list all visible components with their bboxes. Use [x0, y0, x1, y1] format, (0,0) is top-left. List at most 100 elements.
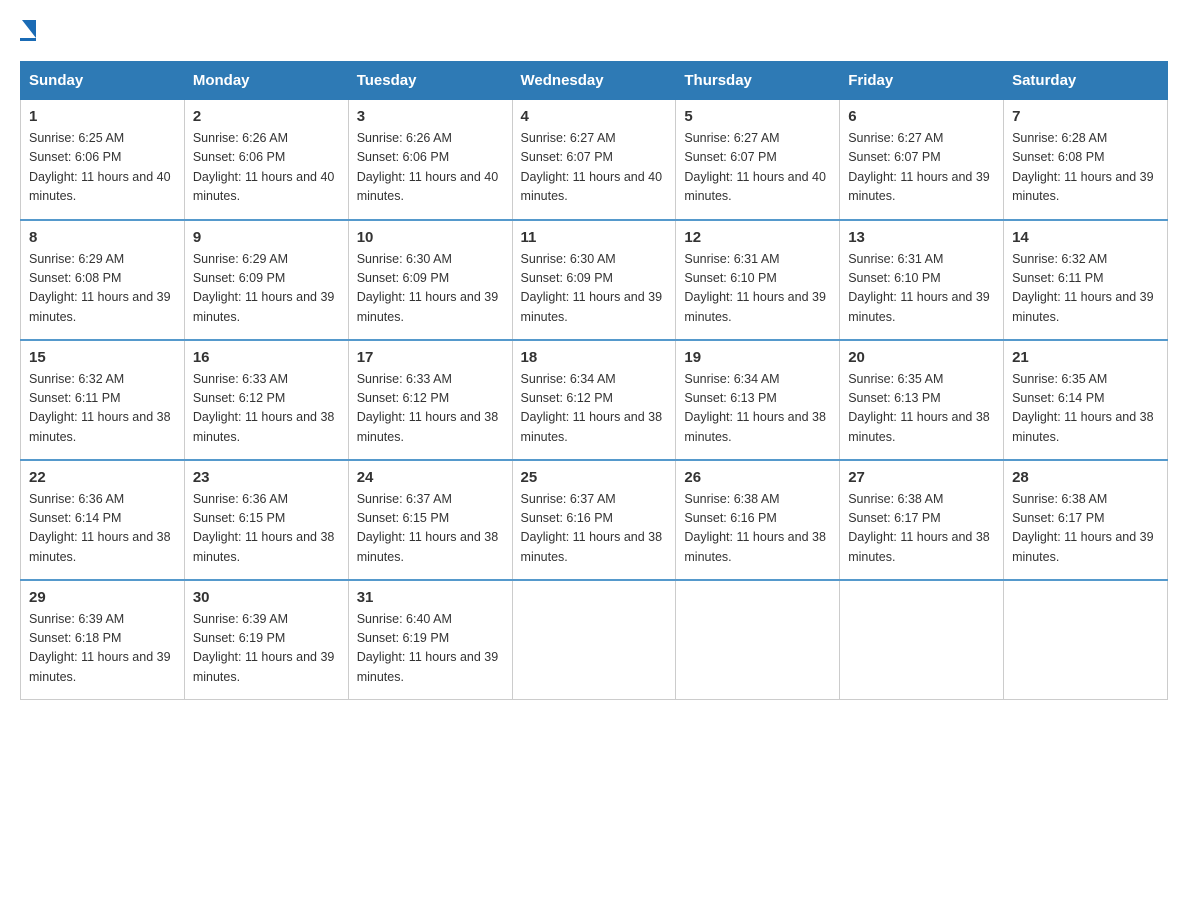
- day-number: 3: [357, 108, 504, 125]
- day-info: Sunrise: 6:35 AMSunset: 6:14 PMDaylight:…: [1012, 372, 1154, 444]
- day-info: Sunrise: 6:37 AMSunset: 6:16 PMDaylight:…: [521, 492, 663, 564]
- day-number: 2: [193, 108, 340, 125]
- day-info: Sunrise: 6:39 AMSunset: 6:18 PMDaylight:…: [29, 612, 171, 684]
- calendar-week-row: 1 Sunrise: 6:25 AMSunset: 6:06 PMDayligh…: [21, 100, 1168, 220]
- col-header-monday: Monday: [184, 62, 348, 100]
- day-number: 16: [193, 349, 340, 366]
- day-number: 23: [193, 469, 340, 486]
- day-info: Sunrise: 6:32 AMSunset: 6:11 PMDaylight:…: [1012, 252, 1154, 324]
- day-info: Sunrise: 6:27 AMSunset: 6:07 PMDaylight:…: [521, 131, 663, 203]
- day-number: 5: [684, 108, 831, 125]
- day-info: Sunrise: 6:32 AMSunset: 6:11 PMDaylight:…: [29, 372, 171, 444]
- day-number: 20: [848, 349, 995, 366]
- day-info: Sunrise: 6:38 AMSunset: 6:17 PMDaylight:…: [1012, 492, 1154, 564]
- calendar-week-row: 15 Sunrise: 6:32 AMSunset: 6:11 PMDaylig…: [21, 340, 1168, 460]
- calendar-cell: [1004, 580, 1168, 700]
- calendar-table: SundayMondayTuesdayWednesdayThursdayFrid…: [20, 61, 1168, 700]
- day-number: 14: [1012, 229, 1159, 246]
- calendar-cell: 21 Sunrise: 6:35 AMSunset: 6:14 PMDaylig…: [1004, 340, 1168, 460]
- day-number: 4: [521, 108, 668, 125]
- day-number: 19: [684, 349, 831, 366]
- day-number: 27: [848, 469, 995, 486]
- calendar-week-row: 29 Sunrise: 6:39 AMSunset: 6:18 PMDaylig…: [21, 580, 1168, 700]
- day-info: Sunrise: 6:38 AMSunset: 6:17 PMDaylight:…: [848, 492, 990, 564]
- day-info: Sunrise: 6:25 AMSunset: 6:06 PMDaylight:…: [29, 131, 171, 203]
- page-header: [20, 20, 1168, 41]
- calendar-cell: [676, 580, 840, 700]
- calendar-cell: 31 Sunrise: 6:40 AMSunset: 6:19 PMDaylig…: [348, 580, 512, 700]
- day-number: 6: [848, 108, 995, 125]
- calendar-cell: 10 Sunrise: 6:30 AMSunset: 6:09 PMDaylig…: [348, 220, 512, 340]
- day-number: 13: [848, 229, 995, 246]
- day-info: Sunrise: 6:30 AMSunset: 6:09 PMDaylight:…: [521, 252, 663, 324]
- day-number: 18: [521, 349, 668, 366]
- calendar-cell: 20 Sunrise: 6:35 AMSunset: 6:13 PMDaylig…: [840, 340, 1004, 460]
- day-info: Sunrise: 6:37 AMSunset: 6:15 PMDaylight:…: [357, 492, 499, 564]
- calendar-header: SundayMondayTuesdayWednesdayThursdayFrid…: [21, 62, 1168, 100]
- day-info: Sunrise: 6:30 AMSunset: 6:09 PMDaylight:…: [357, 252, 499, 324]
- calendar-cell: 11 Sunrise: 6:30 AMSunset: 6:09 PMDaylig…: [512, 220, 676, 340]
- calendar-cell: 19 Sunrise: 6:34 AMSunset: 6:13 PMDaylig…: [676, 340, 840, 460]
- day-info: Sunrise: 6:29 AMSunset: 6:08 PMDaylight:…: [29, 252, 171, 324]
- day-info: Sunrise: 6:35 AMSunset: 6:13 PMDaylight:…: [848, 372, 990, 444]
- col-header-sunday: Sunday: [21, 62, 185, 100]
- day-number: 31: [357, 589, 504, 606]
- day-number: 22: [29, 469, 176, 486]
- day-info: Sunrise: 6:36 AMSunset: 6:15 PMDaylight:…: [193, 492, 335, 564]
- calendar-cell: 29 Sunrise: 6:39 AMSunset: 6:18 PMDaylig…: [21, 580, 185, 700]
- day-info: Sunrise: 6:29 AMSunset: 6:09 PMDaylight:…: [193, 252, 335, 324]
- calendar-cell: 22 Sunrise: 6:36 AMSunset: 6:14 PMDaylig…: [21, 460, 185, 580]
- calendar-cell: 14 Sunrise: 6:32 AMSunset: 6:11 PMDaylig…: [1004, 220, 1168, 340]
- calendar-cell: 2 Sunrise: 6:26 AMSunset: 6:06 PMDayligh…: [184, 100, 348, 220]
- day-number: 17: [357, 349, 504, 366]
- col-header-thursday: Thursday: [676, 62, 840, 100]
- day-info: Sunrise: 6:31 AMSunset: 6:10 PMDaylight:…: [684, 252, 826, 324]
- calendar-cell: 24 Sunrise: 6:37 AMSunset: 6:15 PMDaylig…: [348, 460, 512, 580]
- day-info: Sunrise: 6:36 AMSunset: 6:14 PMDaylight:…: [29, 492, 171, 564]
- calendar-cell: 8 Sunrise: 6:29 AMSunset: 6:08 PMDayligh…: [21, 220, 185, 340]
- calendar-week-row: 8 Sunrise: 6:29 AMSunset: 6:08 PMDayligh…: [21, 220, 1168, 340]
- calendar-cell: 28 Sunrise: 6:38 AMSunset: 6:17 PMDaylig…: [1004, 460, 1168, 580]
- logo-underline: [20, 38, 36, 41]
- calendar-cell: 4 Sunrise: 6:27 AMSunset: 6:07 PMDayligh…: [512, 100, 676, 220]
- day-number: 25: [521, 469, 668, 486]
- day-info: Sunrise: 6:33 AMSunset: 6:12 PMDaylight:…: [357, 372, 499, 444]
- day-number: 8: [29, 229, 176, 246]
- calendar-cell: 9 Sunrise: 6:29 AMSunset: 6:09 PMDayligh…: [184, 220, 348, 340]
- calendar-cell: 27 Sunrise: 6:38 AMSunset: 6:17 PMDaylig…: [840, 460, 1004, 580]
- col-header-tuesday: Tuesday: [348, 62, 512, 100]
- calendar-cell: 12 Sunrise: 6:31 AMSunset: 6:10 PMDaylig…: [676, 220, 840, 340]
- day-info: Sunrise: 6:27 AMSunset: 6:07 PMDaylight:…: [684, 131, 826, 203]
- day-info: Sunrise: 6:34 AMSunset: 6:12 PMDaylight:…: [521, 372, 663, 444]
- day-number: 7: [1012, 108, 1159, 125]
- calendar-cell: 5 Sunrise: 6:27 AMSunset: 6:07 PMDayligh…: [676, 100, 840, 220]
- day-number: 21: [1012, 349, 1159, 366]
- day-info: Sunrise: 6:38 AMSunset: 6:16 PMDaylight:…: [684, 492, 826, 564]
- calendar-cell: 26 Sunrise: 6:38 AMSunset: 6:16 PMDaylig…: [676, 460, 840, 580]
- calendar-cell: 7 Sunrise: 6:28 AMSunset: 6:08 PMDayligh…: [1004, 100, 1168, 220]
- col-header-wednesday: Wednesday: [512, 62, 676, 100]
- day-number: 29: [29, 589, 176, 606]
- col-header-friday: Friday: [840, 62, 1004, 100]
- calendar-cell: 18 Sunrise: 6:34 AMSunset: 6:12 PMDaylig…: [512, 340, 676, 460]
- day-number: 28: [1012, 469, 1159, 486]
- day-info: Sunrise: 6:34 AMSunset: 6:13 PMDaylight:…: [684, 372, 826, 444]
- calendar-cell: 17 Sunrise: 6:33 AMSunset: 6:12 PMDaylig…: [348, 340, 512, 460]
- day-number: 15: [29, 349, 176, 366]
- day-info: Sunrise: 6:26 AMSunset: 6:06 PMDaylight:…: [357, 131, 499, 203]
- calendar-cell: 3 Sunrise: 6:26 AMSunset: 6:06 PMDayligh…: [348, 100, 512, 220]
- day-info: Sunrise: 6:26 AMSunset: 6:06 PMDaylight:…: [193, 131, 335, 203]
- calendar-cell: 6 Sunrise: 6:27 AMSunset: 6:07 PMDayligh…: [840, 100, 1004, 220]
- day-number: 30: [193, 589, 340, 606]
- calendar-cell: 1 Sunrise: 6:25 AMSunset: 6:06 PMDayligh…: [21, 100, 185, 220]
- day-info: Sunrise: 6:27 AMSunset: 6:07 PMDaylight:…: [848, 131, 990, 203]
- day-info: Sunrise: 6:31 AMSunset: 6:10 PMDaylight:…: [848, 252, 990, 324]
- day-number: 26: [684, 469, 831, 486]
- day-number: 11: [521, 229, 668, 246]
- day-info: Sunrise: 6:28 AMSunset: 6:08 PMDaylight:…: [1012, 131, 1154, 203]
- day-number: 1: [29, 108, 176, 125]
- day-number: 9: [193, 229, 340, 246]
- logo-triangle-icon: [22, 20, 36, 38]
- calendar-cell: 15 Sunrise: 6:32 AMSunset: 6:11 PMDaylig…: [21, 340, 185, 460]
- calendar-cell: 30 Sunrise: 6:39 AMSunset: 6:19 PMDaylig…: [184, 580, 348, 700]
